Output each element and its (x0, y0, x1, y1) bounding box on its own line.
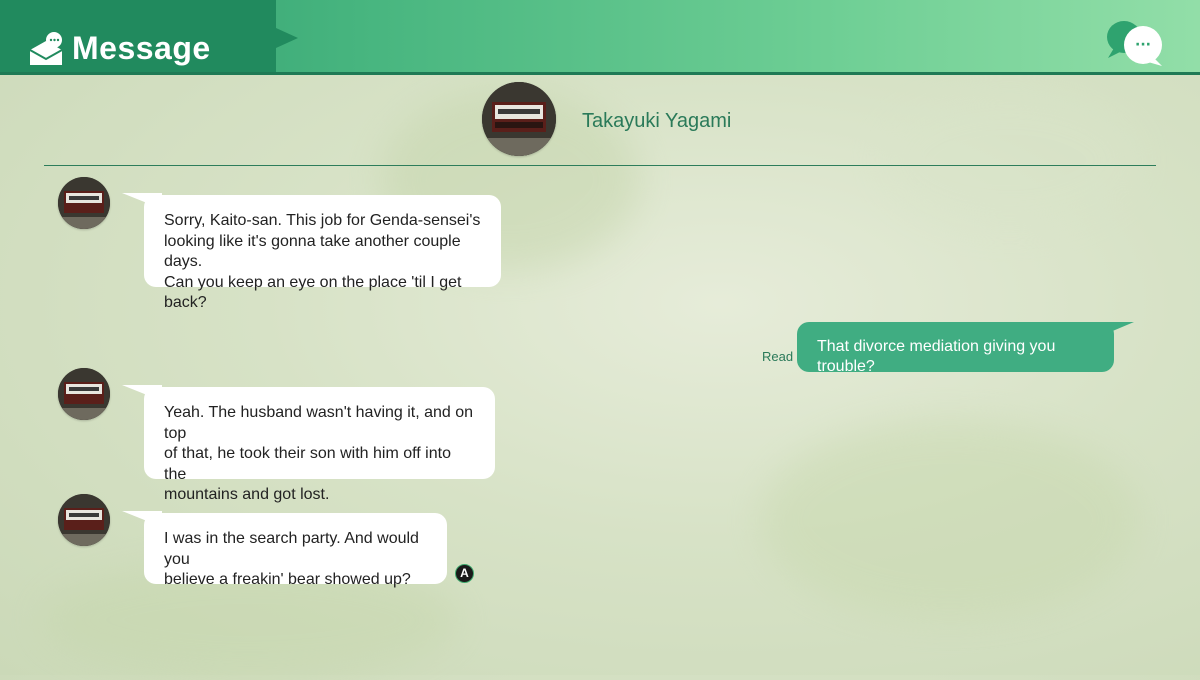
incoming-message-bubble: I was in the search party. And would you… (144, 513, 447, 588)
header-bar: Message ··· (0, 0, 1200, 75)
header-title-tab: Message (0, 0, 298, 72)
incoming-message-bubble: Yeah. The husband wasn't having it, and … (144, 387, 495, 503)
message-envelope-icon (29, 32, 63, 65)
outgoing-message-bubble: That divorce mediation giving you troubl… (797, 322, 1134, 375)
svg-text:···: ··· (1135, 37, 1151, 53)
chat-bubble-dots-icon[interactable]: ··· (1104, 18, 1166, 68)
message-text: That divorce mediation giving you troubl… (817, 338, 1056, 375)
a-button-icon[interactable]: A (455, 564, 474, 583)
message-avatar (58, 368, 110, 420)
message-avatar (58, 494, 110, 546)
background-blur (880, 90, 1140, 230)
background-blur (760, 420, 1140, 620)
page-title: Message (72, 30, 211, 66)
message-text: Sorry, Kaito-san. This job for Genda-sen… (164, 212, 481, 311)
message-text: I was in the search party. And would you… (164, 530, 419, 588)
message-text: Yeah. The husband wasn't having it, and … (164, 404, 474, 503)
contact-name: Takayuki Yagami (582, 110, 732, 132)
contact-avatar (482, 82, 556, 156)
header-divider (44, 165, 1156, 166)
read-status: Read (762, 349, 794, 364)
a-button-label: A (460, 566, 469, 580)
message-avatar (58, 177, 110, 229)
incoming-message-bubble: Sorry, Kaito-san. This job for Genda-sen… (144, 195, 501, 311)
